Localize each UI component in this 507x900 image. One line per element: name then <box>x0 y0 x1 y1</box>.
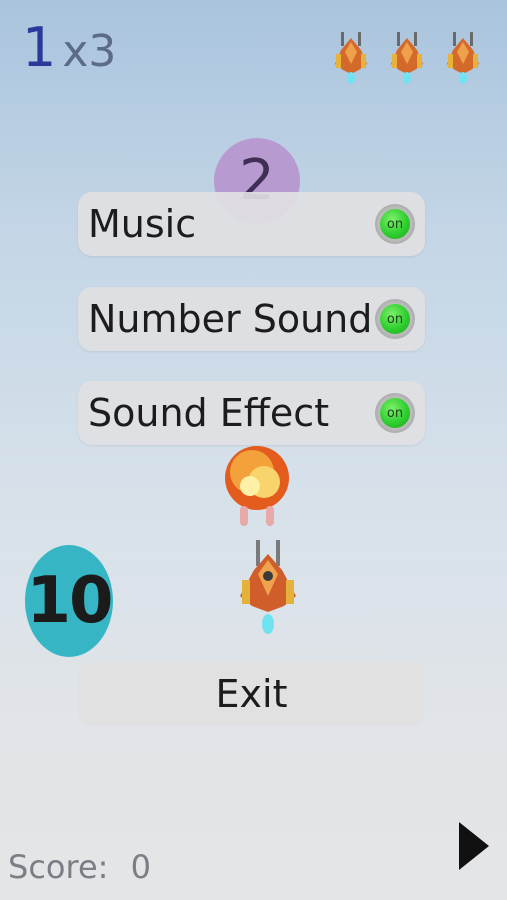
toggle-state: on <box>386 405 404 421</box>
setting-row-number-sound[interactable]: Number Sound on <box>78 287 425 351</box>
number-target-circle[interactable]: 10 <box>25 545 114 657</box>
explosion-sprite <box>225 446 289 526</box>
lives-display <box>333 30 481 86</box>
player-ship[interactable] <box>238 540 298 638</box>
exit-button[interactable]: Exit <box>78 662 425 726</box>
toggle-icon: on <box>380 209 410 239</box>
exit-label: Exit <box>215 672 288 716</box>
setting-row-music[interactable]: Music on <box>78 192 425 256</box>
toggle-icon: on <box>380 398 410 428</box>
score-display: Score: 0 <box>8 848 151 886</box>
toggle-state: on <box>386 311 404 327</box>
toggle-state: on <box>386 216 404 232</box>
ship-icon <box>335 32 367 84</box>
number-sound-toggle[interactable]: on <box>375 299 415 339</box>
level-multiplier: x3 <box>62 26 117 77</box>
setting-label: Sound Effect <box>88 391 330 435</box>
score-label: Score: <box>8 848 109 886</box>
number-target-text: 10 <box>26 564 113 638</box>
setting-label: Music <box>88 202 197 246</box>
sound-effect-toggle[interactable]: on <box>375 393 415 433</box>
ship-icon <box>391 32 423 84</box>
score-value: 0 <box>130 848 151 886</box>
level-indicator: 1 x3 <box>22 18 116 78</box>
setting-label: Number Sound <box>88 297 373 341</box>
level-number: 1 <box>22 16 57 79</box>
toggle-icon: on <box>380 304 410 334</box>
play-arrow-icon[interactable] <box>459 822 489 870</box>
setting-row-sound-effect[interactable]: Sound Effect on <box>78 381 425 445</box>
ship-icon <box>447 32 479 84</box>
music-toggle[interactable]: on <box>375 204 415 244</box>
